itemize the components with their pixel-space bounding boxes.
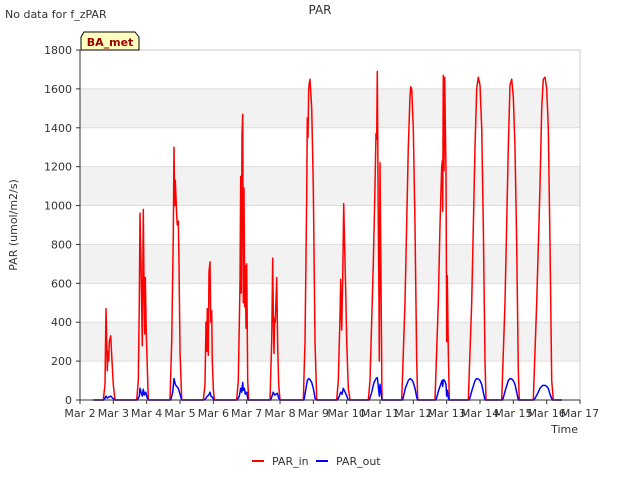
y-tick-label-1600: 1600 — [44, 83, 72, 96]
x-axis-label: Time — [550, 423, 578, 436]
y-tick-label-400: 400 — [51, 316, 72, 329]
y-tick-label-800: 800 — [51, 238, 72, 251]
x-tick-label-8: Mar 8 — [264, 407, 295, 420]
par-chart: 020040060080010001200140016001800 Mar 2M… — [5, 3, 599, 468]
x-tick-label-17: Mar 17 — [561, 407, 599, 420]
band-800 — [80, 205, 580, 245]
y-ticks: 0 200 400 600 800 1000 1200 1400 1600 1800 — [44, 44, 80, 407]
plot-background-bands — [80, 50, 580, 400]
x-tick-label-2: Mar 2 — [64, 407, 95, 420]
x-tick-label-5: Mar 5 — [164, 407, 195, 420]
band-200 — [80, 322, 580, 362]
legend: PAR_in PAR_out — [252, 455, 381, 468]
ba-met-tag: BA_met — [80, 31, 140, 51]
y-tick-label-200: 200 — [51, 355, 72, 368]
band-1200 — [80, 127, 580, 167]
y-tick-label-1000: 1000 — [44, 200, 72, 213]
x-tick-label-3: Mar 3 — [98, 407, 129, 420]
no-data-note: No data for f_zPAR — [5, 8, 107, 21]
x-tick-label-7: Mar 7 — [231, 407, 262, 420]
y-tick-label-1400: 1400 — [44, 122, 72, 135]
legend-label-PAR_out: PAR_out — [336, 455, 381, 468]
y-axis-label: PAR (umol/m2/s) — [7, 179, 20, 271]
band-1400 — [80, 88, 580, 128]
y-tick-label-0: 0 — [65, 394, 72, 407]
x-tick-label-6: Mar 6 — [198, 407, 229, 420]
ba-met-tag-label: BA_met — [87, 36, 134, 49]
band-1000 — [80, 166, 580, 206]
band-1600 — [80, 50, 580, 89]
y-tick-label-600: 600 — [51, 277, 72, 290]
legend-label-PAR_in: PAR_in — [272, 455, 309, 468]
y-tick-label-1200: 1200 — [44, 161, 72, 174]
x-ticks: Mar 2 Mar 3 Mar 4 Mar 5 Mar 6 Mar 7 Mar 8 Mar 9… — [64, 400, 599, 420]
x-tick-label-4: Mar 4 — [131, 407, 162, 420]
y-tick-label-1800: 1800 — [44, 44, 72, 57]
chart-title: PAR — [308, 3, 331, 17]
x-tick-label-9: Mar 9 — [298, 407, 329, 420]
